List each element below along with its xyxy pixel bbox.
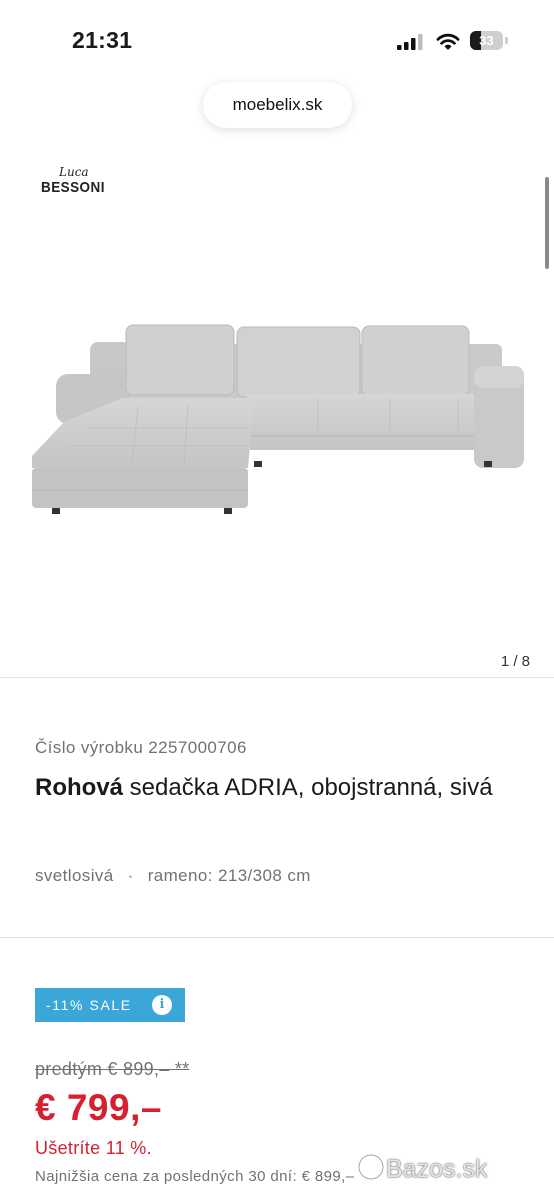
brand-logo-script: Luca (59, 165, 89, 179)
lowest-price-note: Najnižšia cena za posledných 30 dní: € 8… (35, 1168, 355, 1185)
product-title-rest: sedačka ADRIA, obojstranná, sivá (123, 774, 493, 801)
savings-text: Ušetríte 11 %. (35, 1138, 152, 1158)
product-title-bold: Rohová (35, 774, 124, 801)
browser-url-bar[interactable]: moebelix.sk (203, 82, 352, 128)
scrollbar-thumb[interactable] (545, 177, 549, 269)
image-counter: 1 / 8 (500, 653, 530, 670)
bazos-watermark-icon (357, 1153, 385, 1181)
product-number: Číslo výrobku 2257000706 (35, 738, 247, 757)
divider (0, 937, 554, 938)
product-image[interactable] (28, 318, 528, 518)
battery-icon: 33 (470, 31, 508, 51)
status-time: 21:31 (72, 27, 133, 53)
product-title: Rohová sedačka ADRIA, obojstranná, sivá (35, 770, 525, 806)
battery-level: 33 (479, 33, 494, 48)
brand-logo: Luca BESSONI (40, 165, 112, 199)
brand-logo-word: BESSONI (41, 179, 105, 196)
status-bar: 21:31 33 (0, 0, 554, 80)
wifi-icon (436, 33, 460, 50)
signal-icon (397, 34, 423, 50)
bazos-watermark: Bazos.sk (356, 1152, 487, 1184)
attribute-separator: · (127, 866, 134, 885)
product-attributes: svetlosivá · rameno: 213/308 cm (35, 866, 311, 886)
old-price: predtým € 899,– ** (35, 1059, 190, 1079)
divider (0, 677, 554, 678)
info-icon[interactable]: i (152, 995, 172, 1015)
current-price: € 799,– (35, 1087, 162, 1128)
sale-badge-label: -11% SALE (46, 997, 132, 1013)
product-dimension: rameno: 213/308 cm (147, 866, 311, 885)
sale-badge: -11% SALE i (35, 988, 185, 1022)
product-color: svetlosivá (35, 866, 114, 885)
bazos-watermark-text: Bazos.sk (386, 1155, 488, 1183)
